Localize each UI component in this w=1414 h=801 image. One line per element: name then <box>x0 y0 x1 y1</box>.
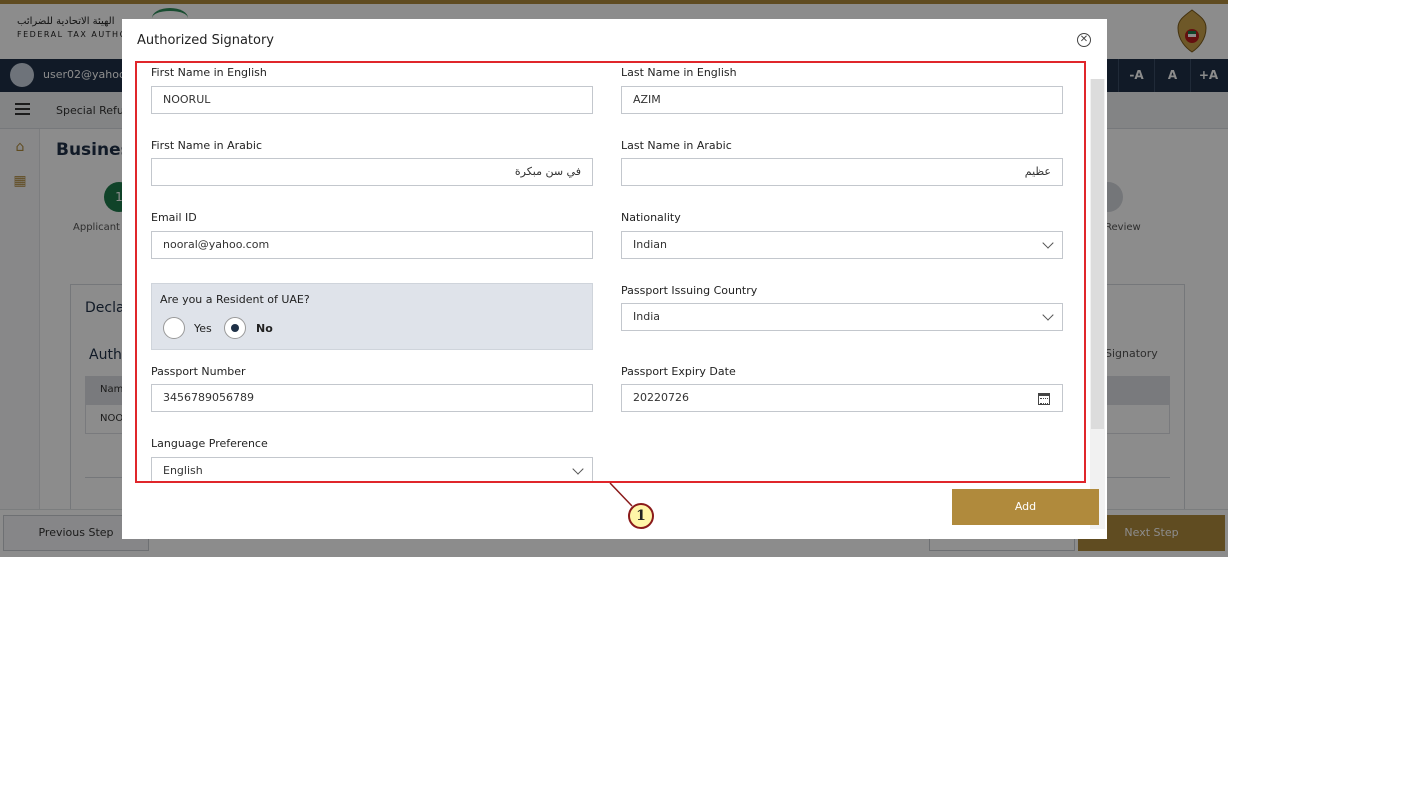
first-name-ar-label: First Name in Arabic <box>151 139 262 152</box>
passport-country-value: India <box>633 310 660 323</box>
resident-yes-label: Yes <box>194 322 212 335</box>
calendar-icon[interactable] <box>1038 393 1050 405</box>
passport-number-input[interactable]: 3456789056789 <box>151 384 593 412</box>
email-label: Email ID <box>151 211 197 224</box>
chevron-down-icon <box>1042 237 1054 249</box>
language-label: Language Preference <box>151 437 268 450</box>
passport-country-select[interactable]: India <box>621 303 1063 331</box>
last-name-en-input[interactable]: AZIM <box>621 86 1063 114</box>
authorized-signatory-modal: Authorized Signatory ✕ First Name in Eng… <box>122 19 1107 539</box>
resident-no-radio[interactable] <box>224 317 246 339</box>
passport-country-label: Passport Issuing Country <box>621 284 758 297</box>
uae-resident-label: Are you a Resident of UAE? <box>160 293 310 306</box>
add-button[interactable]: Add <box>952 489 1099 525</box>
first-name-en-input[interactable]: NOORUL <box>151 86 593 114</box>
modal-scrollbar-thumb[interactable] <box>1091 79 1104 429</box>
annotation-callout-badge: 1 <box>628 503 654 529</box>
last-name-ar-label: Last Name in Arabic <box>621 139 732 152</box>
resident-yes-radio[interactable] <box>163 317 185 339</box>
passport-expiry-field[interactable]: 20220726 <box>621 384 1063 412</box>
language-value: English <box>163 464 203 477</box>
modal-title: Authorized Signatory <box>137 33 274 48</box>
close-icon[interactable]: ✕ <box>1077 33 1091 47</box>
first-name-en-label: First Name in English <box>151 66 267 79</box>
email-field[interactable]: nooral@yahoo.com <box>151 231 593 259</box>
chevron-down-icon <box>1042 309 1054 321</box>
nationality-label: Nationality <box>621 211 681 224</box>
nationality-value: Indian <box>633 238 667 251</box>
nationality-select[interactable]: Indian <box>621 231 1063 259</box>
passport-expiry-value: 20220726 <box>633 391 689 404</box>
language-select[interactable]: English <box>151 457 593 481</box>
uae-resident-group: Are you a Resident of UAE? Yes No <box>151 283 593 350</box>
first-name-ar-input[interactable]: في سن مبكرة <box>151 158 593 186</box>
app-window: الهيئة الاتحادية للضرائب FEDERAL TAX AUT… <box>0 0 1228 557</box>
chevron-down-icon <box>572 463 584 475</box>
last-name-ar-input[interactable]: عظيم <box>621 158 1063 186</box>
passport-number-label: Passport Number <box>151 365 246 378</box>
last-name-en-label: Last Name in English <box>621 66 737 79</box>
resident-no-label: No <box>256 322 273 335</box>
passport-expiry-label: Passport Expiry Date <box>621 365 736 378</box>
